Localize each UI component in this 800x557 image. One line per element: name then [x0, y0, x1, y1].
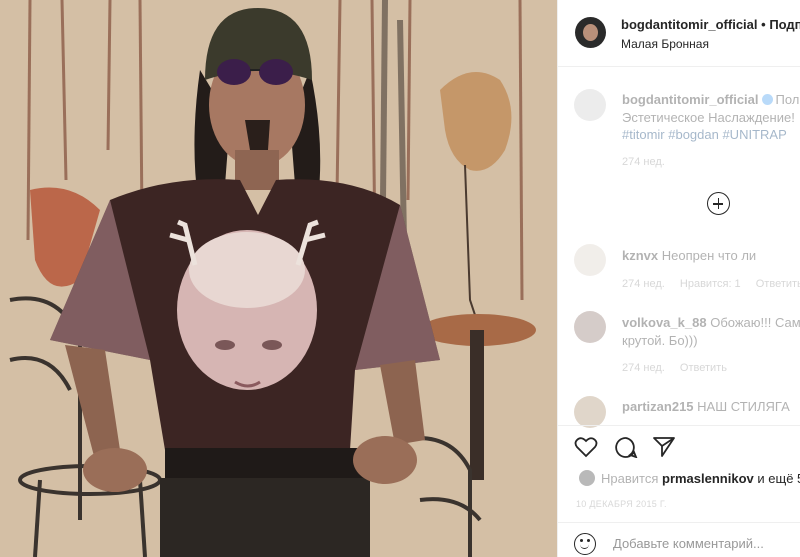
comment-input[interactable]	[613, 536, 800, 551]
action-bar	[558, 425, 800, 465]
post-date[interactable]: 10 ДЕКАБРЯ 2015 Г.	[576, 499, 667, 509]
comment-meta: 274 нед. Ответить	[622, 362, 739, 374]
emoji-picker-icon[interactable]	[574, 533, 596, 555]
comment-text-line2: крутой. Бо)))	[622, 333, 698, 348]
liker-avatar[interactable]	[579, 470, 595, 486]
load-more-comments-icon[interactable]	[707, 192, 730, 215]
post-header: bogdantitomir_official • Подп Малая Брон…	[558, 0, 800, 67]
comment-text: Неопрен что ли	[661, 248, 757, 263]
caption-username[interactable]: bogdantitomir_official	[622, 92, 759, 107]
likes-suffix[interactable]: и ещё 5	[757, 471, 800, 486]
reply-button[interactable]: Ответить	[756, 278, 800, 290]
liker-username[interactable]: prmaslennikov	[662, 471, 754, 486]
header-separator: •	[761, 17, 766, 32]
location-link[interactable]: Малая Бронная	[621, 37, 709, 51]
author-username[interactable]: bogdantitomir_official	[621, 17, 758, 32]
likes-summary: Нравится prmaslennikov и ещё 5	[579, 470, 800, 486]
like-heart-icon[interactable]	[574, 436, 598, 458]
caption-text-start: Пол	[775, 92, 800, 107]
author-avatar[interactable]	[575, 17, 606, 48]
comment-username[interactable]: partizan215	[622, 399, 694, 414]
follow-button[interactable]: Подп	[769, 17, 800, 32]
comment-text: Обожаю!!! Сам	[710, 315, 800, 330]
comment-avatar[interactable]	[574, 396, 606, 428]
post-side-panel: bogdantitomir_official • Подп Малая Брон…	[557, 0, 800, 557]
likes-prefix: Нравится	[601, 471, 659, 486]
comment-line: kznvx Неопрен что ли	[622, 248, 756, 263]
caption-time[interactable]: 274 нед.	[622, 156, 665, 168]
comment-text: НАШ СТИЛЯГА	[697, 399, 790, 414]
comment-username[interactable]: volkova_k_88	[622, 315, 707, 330]
comment-avatar[interactable]	[574, 244, 606, 276]
caption-line1: bogdantitomir_official Пол	[622, 92, 799, 107]
caption-hashtags[interactable]: #titomir #bogdan #UNITRAP	[622, 127, 787, 142]
caption-avatar[interactable]	[574, 89, 606, 121]
comment-meta: 274 нед. Нравится: 1 Ответить	[622, 278, 800, 290]
comment-line: partizan215 НАШ СТИЛЯГА	[622, 399, 790, 414]
comment-bubble-icon[interactable]	[614, 436, 638, 458]
verified-badge-icon	[761, 94, 773, 105]
share-send-icon[interactable]	[652, 436, 676, 458]
comment-time[interactable]: 274 нед.	[622, 278, 665, 290]
post-photo[interactable]	[0, 0, 557, 557]
reply-button[interactable]: Ответить	[680, 362, 727, 374]
comment-time[interactable]: 274 нед.	[622, 362, 665, 374]
photo-illustration	[0, 0, 557, 557]
caption-text: Эстетическое Наслаждение!	[622, 110, 795, 125]
comment-username[interactable]: kznvx	[622, 248, 658, 263]
comment-line: volkova_k_88 Обожаю!!! Сам	[622, 315, 800, 330]
instagram-post-modal: bogdantitomir_official • Подп Малая Брон…	[0, 0, 800, 557]
comment-likes[interactable]: Нравится: 1	[680, 278, 741, 290]
header-line: bogdantitomir_official • Подп	[621, 17, 800, 32]
comment-avatar[interactable]	[574, 311, 606, 343]
comment-box	[558, 522, 800, 557]
